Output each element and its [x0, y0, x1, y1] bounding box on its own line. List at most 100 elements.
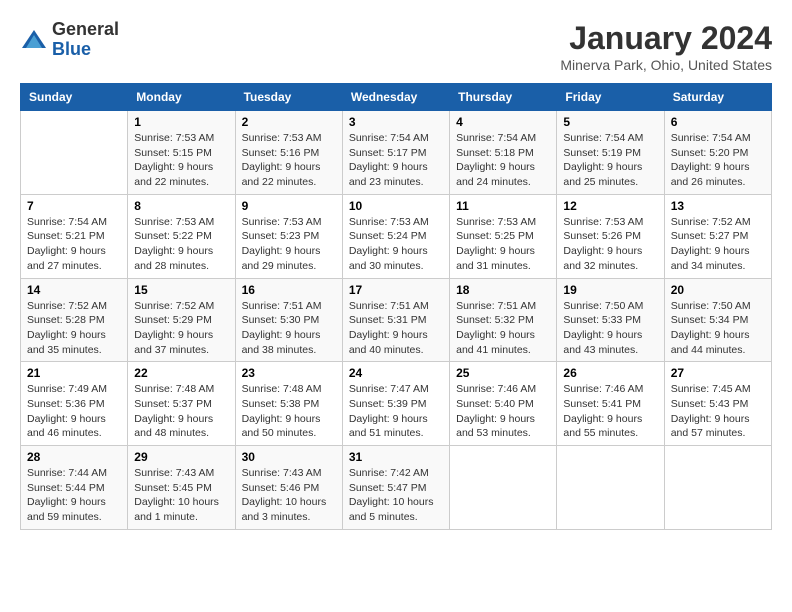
header-cell-saturday: Saturday [664, 84, 771, 111]
day-number: 3 [349, 115, 443, 129]
week-row-3: 21Sunrise: 7:49 AMSunset: 5:36 PMDayligh… [21, 362, 772, 446]
day-cell: 25Sunrise: 7:46 AMSunset: 5:40 PMDayligh… [450, 362, 557, 446]
day-info: Sunrise: 7:54 AMSunset: 5:20 PMDaylight:… [671, 131, 765, 190]
calendar-subtitle: Minerva Park, Ohio, United States [560, 57, 772, 73]
day-cell: 16Sunrise: 7:51 AMSunset: 5:30 PMDayligh… [235, 278, 342, 362]
day-number: 12 [563, 199, 657, 213]
logo-general-text: General [52, 19, 119, 39]
day-cell: 10 Sunrise: 7:53 AMSunset: 5:24 PMDayligh… [342, 194, 449, 278]
day-number: 17 [349, 283, 443, 297]
title-area: January 2024 Minerva Park, Ohio, United … [560, 20, 772, 73]
day-info: Sunrise: 7:48 AMSunset: 5:37 PMDaylight:… [134, 382, 228, 441]
day-info: Sunrise: 7:45 AMSunset: 5:43 PMDaylight:… [671, 382, 765, 441]
day-cell: 20 Sunrise: 7:50 AMSunset: 5:34 PMDayligh… [664, 278, 771, 362]
day-info: Sunrise: 7:50 AMSunset: 5:34 PMDaylight:… [671, 299, 765, 358]
day-cell: 13Sunrise: 7:52 AMSunset: 5:27 PMDayligh… [664, 194, 771, 278]
day-cell: 9 Sunrise: 7:53 AMSunset: 5:23 PMDaylight… [235, 194, 342, 278]
day-number: 18 [456, 283, 550, 297]
day-cell [21, 111, 128, 195]
day-info: Sunrise: 7:54 AMSunset: 5:18 PMDaylight:… [456, 131, 550, 190]
day-cell [557, 446, 664, 530]
day-info: Sunrise: 7:42 AMSunset: 5:47 PMDaylight:… [349, 466, 443, 525]
calendar-title: January 2024 [560, 20, 772, 57]
week-row-0: 1Sunrise: 7:53 AMSunset: 5:15 PMDaylight… [21, 111, 772, 195]
day-number: 2 [242, 115, 336, 129]
day-number: 8 [134, 199, 228, 213]
day-cell: 28 Sunrise: 7:44 AMSunset: 5:44 PMDayligh… [21, 446, 128, 530]
logo: General Blue [20, 20, 119, 60]
logo-icon [20, 26, 48, 54]
day-info: Sunrise: 7:53 AMSunset: 5:24 PMDaylight:… [349, 215, 443, 274]
day-info: Sunrise: 7:53 AMSunset: 5:26 PMDaylight:… [563, 215, 657, 274]
day-info: Sunrise: 7:54 AMSunset: 5:19 PMDaylight:… [563, 131, 657, 190]
day-info: Sunrise: 7:53 AMSunset: 5:15 PMDaylight:… [134, 131, 228, 190]
header-cell-monday: Monday [128, 84, 235, 111]
day-info: Sunrise: 7:46 AMSunset: 5:41 PMDaylight:… [563, 382, 657, 441]
day-info: Sunrise: 7:52 AMSunset: 5:28 PMDaylight:… [27, 299, 121, 358]
day-cell: 30Sunrise: 7:43 AMSunset: 5:46 PMDayligh… [235, 446, 342, 530]
day-info: Sunrise: 7:53 AMSunset: 5:16 PMDaylight:… [242, 131, 336, 190]
day-cell: 14 Sunrise: 7:52 AMSunset: 5:28 PMDayligh… [21, 278, 128, 362]
week-row-2: 14 Sunrise: 7:52 AMSunset: 5:28 PMDayligh… [21, 278, 772, 362]
day-number: 24 [349, 366, 443, 380]
day-info: Sunrise: 7:51 AMSunset: 5:30 PMDaylight:… [242, 299, 336, 358]
day-cell: 18 Sunrise: 7:51 AMSunset: 5:32 PMDayligh… [450, 278, 557, 362]
day-cell [450, 446, 557, 530]
logo-blue-text: Blue [52, 39, 91, 59]
day-number: 22 [134, 366, 228, 380]
day-info: Sunrise: 7:44 AMSunset: 5:44 PMDaylight:… [27, 466, 121, 525]
day-cell: 22 Sunrise: 7:48 AMSunset: 5:37 PMDayligh… [128, 362, 235, 446]
day-cell: 4 Sunrise: 7:54 AMSunset: 5:18 PMDaylight… [450, 111, 557, 195]
day-number: 29 [134, 450, 228, 464]
day-number: 28 [27, 450, 121, 464]
day-info: Sunrise: 7:54 AMSunset: 5:17 PMDaylight:… [349, 131, 443, 190]
day-cell: 23Sunrise: 7:48 AMSunset: 5:38 PMDayligh… [235, 362, 342, 446]
day-number: 26 [563, 366, 657, 380]
day-info: Sunrise: 7:53 AMSunset: 5:23 PMDaylight:… [242, 215, 336, 274]
day-number: 6 [671, 115, 765, 129]
day-number: 23 [242, 366, 336, 380]
day-cell: 8Sunrise: 7:53 AMSunset: 5:22 PMDaylight… [128, 194, 235, 278]
day-cell: 15 Sunrise: 7:52 AMSunset: 5:29 PMDayligh… [128, 278, 235, 362]
day-info: Sunrise: 7:51 AMSunset: 5:31 PMDaylight:… [349, 299, 443, 358]
day-number: 5 [563, 115, 657, 129]
day-info: Sunrise: 7:43 AMSunset: 5:45 PMDaylight:… [134, 466, 228, 525]
day-cell: 6 Sunrise: 7:54 AMSunset: 5:20 PMDaylight… [664, 111, 771, 195]
header-cell-tuesday: Tuesday [235, 84, 342, 111]
day-cell: 11 Sunrise: 7:53 AMSunset: 5:25 PMDayligh… [450, 194, 557, 278]
day-number: 15 [134, 283, 228, 297]
header-cell-thursday: Thursday [450, 84, 557, 111]
day-cell: 2 Sunrise: 7:53 AMSunset: 5:16 PMDaylight… [235, 111, 342, 195]
header: General Blue January 2024 Minerva Park, … [20, 20, 772, 73]
day-info: Sunrise: 7:53 AMSunset: 5:25 PMDaylight:… [456, 215, 550, 274]
day-number: 9 [242, 199, 336, 213]
day-number: 11 [456, 199, 550, 213]
day-number: 31 [349, 450, 443, 464]
day-number: 27 [671, 366, 765, 380]
day-info: Sunrise: 7:51 AMSunset: 5:32 PMDaylight:… [456, 299, 550, 358]
day-cell: 26 Sunrise: 7:46 AMSunset: 5:41 PMDayligh… [557, 362, 664, 446]
day-info: Sunrise: 7:47 AMSunset: 5:39 PMDaylight:… [349, 382, 443, 441]
day-info: Sunrise: 7:54 AMSunset: 5:21 PMDaylight:… [27, 215, 121, 274]
day-info: Sunrise: 7:50 AMSunset: 5:33 PMDaylight:… [563, 299, 657, 358]
day-info: Sunrise: 7:52 AMSunset: 5:27 PMDaylight:… [671, 215, 765, 274]
day-number: 14 [27, 283, 121, 297]
day-number: 21 [27, 366, 121, 380]
day-number: 30 [242, 450, 336, 464]
day-number: 25 [456, 366, 550, 380]
day-info: Sunrise: 7:52 AMSunset: 5:29 PMDaylight:… [134, 299, 228, 358]
day-number: 10 [349, 199, 443, 213]
day-cell: 12 Sunrise: 7:53 AMSunset: 5:26 PMDayligh… [557, 194, 664, 278]
day-cell: 3 Sunrise: 7:54 AMSunset: 5:17 PMDaylight… [342, 111, 449, 195]
day-cell: 27 Sunrise: 7:45 AMSunset: 5:43 PMDayligh… [664, 362, 771, 446]
day-cell: 31 Sunrise: 7:42 AMSunset: 5:47 PMDayligh… [342, 446, 449, 530]
day-number: 20 [671, 283, 765, 297]
day-cell: 1Sunrise: 7:53 AMSunset: 5:15 PMDaylight… [128, 111, 235, 195]
day-cell [664, 446, 771, 530]
day-cell: 17 Sunrise: 7:51 AMSunset: 5:31 PMDayligh… [342, 278, 449, 362]
day-number: 4 [456, 115, 550, 129]
day-number: 19 [563, 283, 657, 297]
week-row-4: 28 Sunrise: 7:44 AMSunset: 5:44 PMDayligh… [21, 446, 772, 530]
day-cell: 5 Sunrise: 7:54 AMSunset: 5:19 PMDaylight… [557, 111, 664, 195]
header-row: SundayMondayTuesdayWednesdayThursdayFrid… [21, 84, 772, 111]
